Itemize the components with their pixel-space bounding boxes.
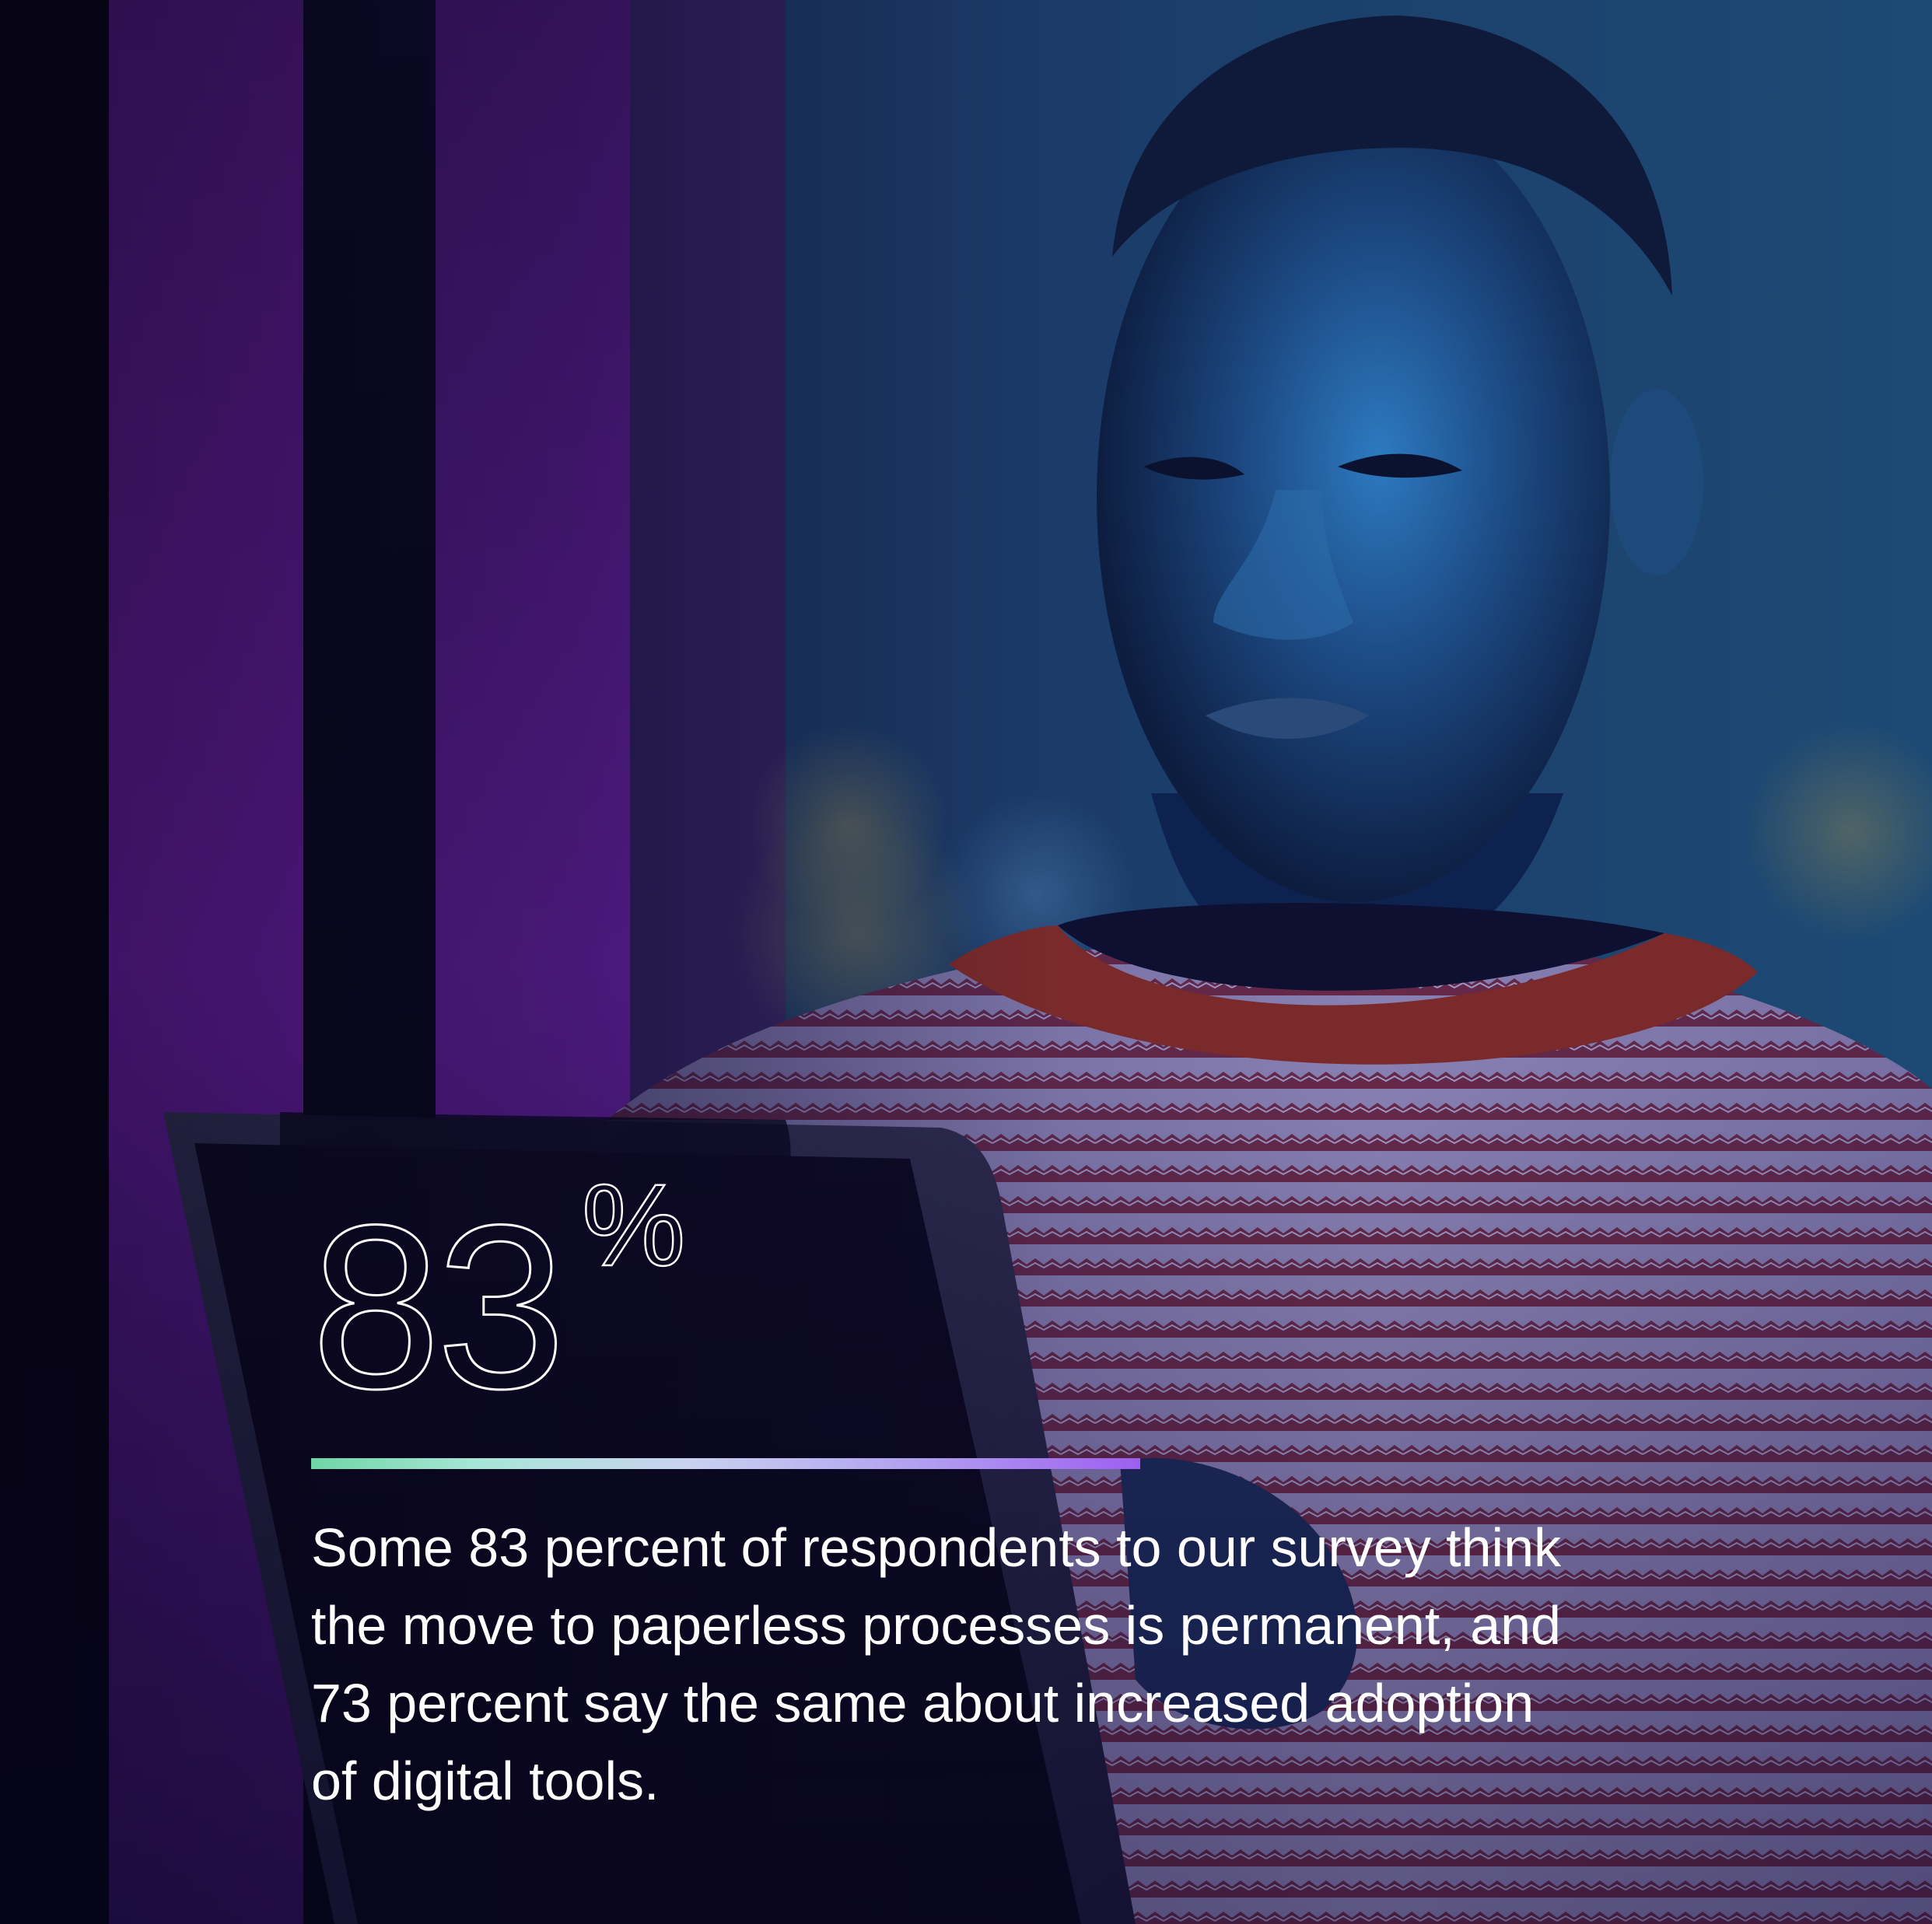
- stat-block: 83 % Some 83 percent of respondents to o…: [310, 1166, 1587, 1811]
- stat-number: 83: [310, 1176, 568, 1437]
- stat-figure: 83 %: [310, 1166, 778, 1437]
- stat-caption: Some 83 percent of respondents to our su…: [311, 1517, 1562, 1811]
- gradient-divider: [311, 1458, 1140, 1469]
- stat-percent-sign: %: [581, 1160, 687, 1290]
- infographic-card: 83 % Some 83 percent of respondents to o…: [0, 0, 1932, 1924]
